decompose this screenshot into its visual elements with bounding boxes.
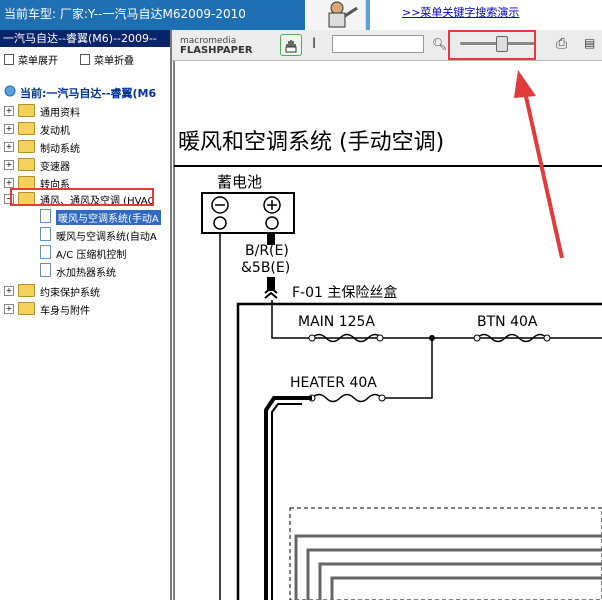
mechanic-logo: [305, 0, 366, 30]
fuse-box-label: F-01 主保险丝盒: [292, 284, 397, 301]
tree-item-engine[interactable]: + 发动机: [0, 120, 170, 138]
document-icon: [40, 209, 51, 223]
tree-item-transmission[interactable]: + 变速器: [0, 156, 170, 174]
search-demo-link[interactable]: >>菜单关键字搜索演示: [402, 4, 519, 20]
fuse-btn-label: BTN 40A: [477, 314, 538, 330]
folder-icon: [18, 302, 35, 315]
expand-icon: [4, 54, 14, 65]
expand-plus-icon[interactable]: +: [4, 304, 14, 314]
expand-plus-icon[interactable]: +: [4, 106, 14, 116]
car-icon: [4, 85, 16, 97]
document-viewer: 暖风和空调系统 (手动空调) 蓄电池 B/R(E) &5B(E) F-01 主保…: [172, 30, 602, 600]
tree-child-auto-ac[interactable]: 暖风与空调系统(自动A: [0, 226, 170, 244]
folder-icon: [18, 104, 35, 117]
sidebar: 一汽马自达--睿翼(M6)--2009-- 菜单展开 菜单折叠 当前:一汽马自达…: [0, 30, 172, 600]
fuse-main-label: MAIN 125A: [298, 314, 375, 330]
hand-icon: [285, 40, 297, 53]
fuse-box-outline: [236, 302, 602, 600]
zoom-highlight-box: [448, 30, 536, 60]
fuse-heater-label: HEATER 40A: [290, 375, 377, 391]
options-icon[interactable]: ▤: [584, 36, 595, 50]
battery-label: 蓄电池: [217, 173, 262, 191]
tree-item-brakes[interactable]: + 制动系统: [0, 138, 170, 156]
print-icon[interactable]: ⎙: [556, 36, 567, 52]
flashpaper-brand: macromedia FLASHPAPER: [180, 36, 253, 56]
tree-child-water-heater[interactable]: 水加热器系统: [0, 262, 170, 280]
collapse-icon: [80, 54, 90, 65]
tree-child-ac-compressor[interactable]: A/C 压缩机控制: [0, 244, 170, 262]
current-location: 当前:一汽马自达--睿翼(M6: [20, 87, 157, 100]
folder-icon: [18, 284, 35, 297]
expand-plus-icon[interactable]: +: [4, 286, 14, 296]
car-model-text: 当前车型: 厂家:Y--一汽马自达M62009-2010: [4, 7, 246, 21]
tree-child-manual-ac[interactable]: 暖风与空调系统(手动A: [0, 208, 170, 226]
expand-plus-icon[interactable]: +: [4, 142, 14, 152]
zoom-icon[interactable]: 🔍︎: [432, 37, 447, 51]
hand-tool-button[interactable]: [280, 34, 302, 56]
help-panel: >>菜单关键字搜索演示: [366, 0, 602, 30]
mechanic-icon: [328, 1, 358, 28]
wire-label-2: &5B(E): [241, 260, 290, 276]
collapse-menu-button[interactable]: 菜单折叠: [80, 52, 134, 67]
dashed-module-box: [289, 507, 602, 600]
tree-item-restraints[interactable]: + 约束保护系统: [0, 282, 170, 300]
expand-menu-button[interactable]: 菜单展开: [4, 52, 58, 67]
document-icon: [40, 245, 51, 259]
expand-plus-icon[interactable]: +: [4, 160, 14, 170]
wire-label-1: B/R(E): [245, 243, 289, 259]
document-icon: [40, 227, 51, 241]
document-icon: [40, 263, 51, 277]
tree-title: 一汽马自达--睿翼(M6)--2009--: [0, 30, 170, 47]
folder-icon: [18, 158, 35, 171]
expand-plus-icon[interactable]: +: [4, 178, 14, 188]
annotation-arrow: [514, 70, 564, 259]
hvac-highlight-box: [10, 188, 154, 206]
folder-icon: [18, 140, 35, 153]
tree-item-general[interactable]: + 通用资料: [0, 102, 170, 120]
text-select-icon[interactable]: I: [312, 36, 316, 52]
expand-plus-icon[interactable]: +: [4, 124, 14, 134]
folder-icon: [18, 122, 35, 135]
page-title: 暖风和空调系统 (手动空调): [178, 130, 444, 155]
tree-actions: 菜单展开 菜单折叠: [0, 47, 170, 69]
flashpaper-toolbar: macromedia FLASHPAPER I 🔍︎ ⎙ ▤: [172, 30, 602, 61]
page-input[interactable]: [332, 35, 424, 53]
tree-item-body[interactable]: + 车身与附件: [0, 300, 170, 318]
